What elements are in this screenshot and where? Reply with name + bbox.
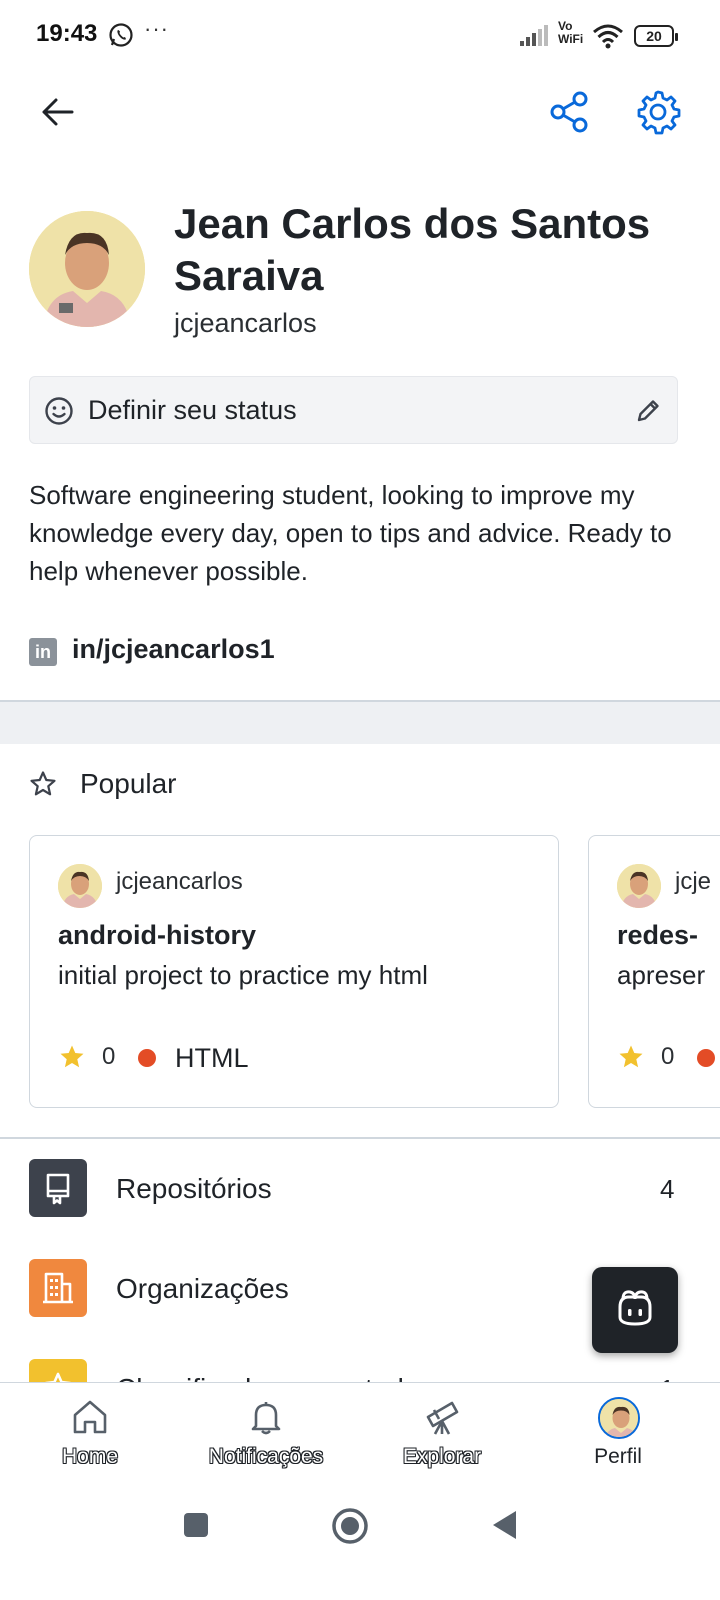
back-triangle-icon[interactable] (490, 1509, 520, 1541)
copilot-button[interactable] (592, 1267, 678, 1353)
menu-label: Organizações (116, 1273, 289, 1304)
wifi-icon (593, 24, 623, 49)
battery-icon: 20 (634, 25, 678, 47)
back-arrow-icon[interactable] (36, 90, 80, 134)
linkedin-link[interactable]: in/jcjeancarlos1 (72, 634, 275, 665)
repo-description: initial project to practice my html (58, 960, 428, 990)
divider (0, 1137, 720, 1139)
set-status-button[interactable]: Definir seu status (29, 376, 678, 444)
repo-icon (29, 1159, 87, 1217)
nav-label: Notificações (208, 1445, 324, 1468)
avatar[interactable] (29, 211, 145, 327)
status-more: ··· (144, 16, 169, 41)
nav-label: Perfil (594, 1445, 642, 1468)
star-icon (29, 1359, 87, 1382)
menu-label: Repositórios (116, 1173, 272, 1204)
telescope-icon (426, 1401, 459, 1435)
nav-item-notifications[interactable]: Notificações (176, 1383, 356, 1493)
repo-owner: jcje (675, 868, 712, 895)
star-filled-icon (619, 1045, 643, 1068)
repo-owner: jcjeancarlos (116, 868, 243, 895)
home-icon (73, 1400, 107, 1434)
nav-label: Explorar (402, 1445, 482, 1468)
bottom-nav: Home Notificações Explorar Perfil (0, 1382, 720, 1492)
nav-item-profile[interactable]: Perfil (528, 1383, 720, 1493)
avatar (617, 864, 661, 908)
avatar (598, 1397, 640, 1439)
profile-username: jcjeancarlos (174, 308, 317, 338)
profile-name: Jean Carlos dos Santos Saraiva (174, 200, 651, 299)
repo-card[interactable]: jcje redes- apreser 0 (588, 835, 720, 1108)
recents-square-icon[interactable] (184, 1513, 208, 1537)
avatar-photo (600, 1399, 638, 1437)
popular-section-title: Popular (80, 768, 177, 799)
avatar-photo (29, 211, 145, 327)
profile-bio: Software engineering student, looking to… (29, 480, 672, 586)
linkedin-icon: in (29, 638, 57, 666)
menu-item-starred[interactable]: Classificado com estrela 1 (0, 1350, 720, 1382)
language-color-dot (138, 1049, 156, 1067)
star-outline-icon (30, 771, 56, 796)
repo-name: redes- (617, 920, 699, 950)
repo-description: apreser (617, 960, 706, 990)
signal-icon (520, 25, 548, 46)
system-nav-bar (0, 1492, 720, 1600)
bell-icon (251, 1402, 281, 1435)
whatsapp-icon (109, 23, 133, 47)
repo-card[interactable]: jcjeancarlos android-history initial pro… (29, 835, 559, 1108)
menu-label: Classificado com estrela (116, 1373, 419, 1382)
avatar-photo (617, 864, 661, 908)
nav-item-home[interactable]: Home (0, 1383, 180, 1493)
status-time: 19:43 (36, 20, 98, 47)
repo-star-count: 0 (661, 1043, 675, 1070)
nav-label: Home (61, 1445, 119, 1468)
organization-icon (29, 1259, 87, 1317)
status-placeholder: Definir seu status (88, 395, 297, 425)
repo-name: android-history (58, 920, 257, 950)
smiley-icon (45, 397, 73, 425)
share-icon[interactable] (548, 90, 592, 134)
menu-item-organizations[interactable]: Organizações (0, 1250, 580, 1328)
star-filled-icon (60, 1045, 84, 1068)
gear-icon[interactable] (634, 88, 682, 136)
status-bar: 19:43 ··· Vo WiFi 20 (0, 0, 720, 72)
section-separator (0, 702, 720, 744)
menu-item-repositories[interactable]: Repositórios 4 (0, 1150, 720, 1228)
nav-item-explore[interactable]: Explorar (352, 1383, 532, 1493)
vowifi-indicator: Vo WiFi (558, 19, 584, 46)
menu-count: 1 (660, 1374, 674, 1382)
home-circle-icon[interactable] (330, 1506, 370, 1546)
pencil-icon (637, 400, 659, 422)
copilot-icon (618, 1290, 652, 1326)
repo-language: HTML (175, 1043, 249, 1073)
menu-count: 4 (660, 1174, 675, 1204)
repo-star-count: 0 (102, 1043, 116, 1070)
language-color-dot (697, 1049, 715, 1067)
avatar (58, 864, 102, 908)
avatar-photo (58, 864, 102, 908)
